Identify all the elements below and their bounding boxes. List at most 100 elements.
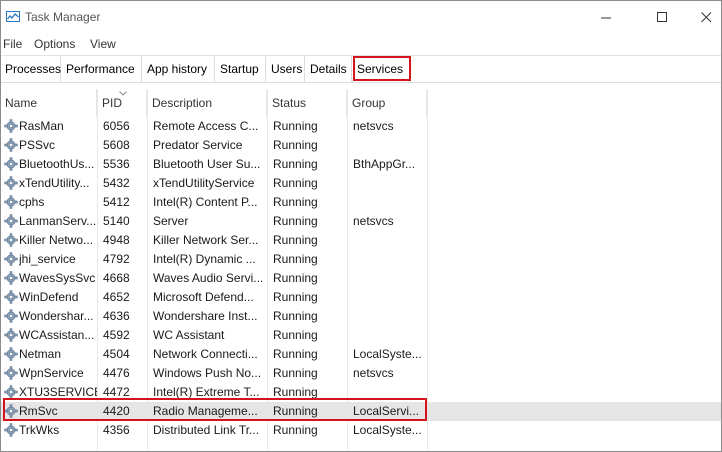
service-row[interactable]: xTendUtility... 5432 xTendUtilityService Ru… bbox=[1, 174, 721, 193]
close-icon bbox=[700, 11, 711, 22]
service-gear-icon bbox=[4, 176, 18, 190]
service-description-cell: Distributed Link Tr... bbox=[153, 423, 260, 437]
service-name-cell: WpnService bbox=[19, 366, 84, 380]
service-group-cell bbox=[353, 193, 427, 212]
service-name-cell: PSSvc bbox=[19, 138, 56, 152]
service-group-cell bbox=[353, 231, 427, 250]
service-pid-cell: 5412 bbox=[103, 195, 130, 209]
menu-file[interactable]: File bbox=[3, 37, 22, 51]
service-status-cell: Running bbox=[273, 119, 318, 133]
service-description-cell: Intel(R) Dynamic ... bbox=[153, 252, 256, 266]
service-row[interactable]: TrkWks 4356 Distributed Link Tr... Running L… bbox=[1, 421, 721, 440]
service-gear-icon bbox=[4, 252, 18, 266]
window-title: Task Manager bbox=[25, 10, 101, 24]
service-description-cell: Predator Service bbox=[153, 138, 243, 152]
service-row[interactable]: jhi_service 4792 Intel(R) Dynamic ... Runni… bbox=[1, 250, 721, 269]
service-description-cell: Server bbox=[153, 214, 189, 228]
service-name-cell: RasMan bbox=[19, 119, 64, 133]
service-description-cell: Bluetooth User Su... bbox=[153, 157, 261, 171]
column-header-description[interactable]: Description bbox=[148, 89, 267, 117]
service-status-cell: Running bbox=[273, 347, 318, 361]
service-name-cell: BluetoothUs... bbox=[19, 157, 95, 171]
title-bar: Task Manager bbox=[1, 1, 721, 33]
column-header-name[interactable]: Name bbox=[1, 89, 97, 117]
service-row[interactable]: Killer Netwo... 4948 Killer Network Ser...… bbox=[1, 231, 721, 250]
service-name-cell: jhi_service bbox=[19, 252, 76, 266]
service-name-cell: WinDefend bbox=[19, 290, 79, 304]
service-gear-icon bbox=[4, 347, 18, 361]
maximize-icon bbox=[656, 11, 667, 22]
service-status-cell: Running bbox=[273, 290, 318, 304]
rmsvc-row-highlight bbox=[3, 398, 427, 421]
service-description-cell: Windows Push No... bbox=[153, 366, 262, 380]
tab-details[interactable]: Details bbox=[306, 56, 352, 82]
service-group-cell bbox=[353, 307, 427, 326]
minimize-button[interactable] bbox=[583, 1, 629, 33]
close-button[interactable] bbox=[683, 1, 721, 33]
service-description-cell: Intel(R) Content P... bbox=[153, 195, 258, 209]
service-group-cell bbox=[353, 269, 427, 288]
service-pid-cell: 4792 bbox=[103, 252, 130, 266]
service-group-cell bbox=[353, 288, 427, 307]
service-gear-icon bbox=[4, 119, 18, 133]
service-row[interactable]: WCAssistan... 4592 WC Assistant Running bbox=[1, 326, 721, 345]
service-group-cell: LocalSyste... bbox=[353, 347, 422, 361]
service-pid-cell: 5536 bbox=[103, 157, 130, 171]
service-pid-cell: 4592 bbox=[103, 328, 130, 342]
service-row[interactable]: WinDefend 4652 Microsoft Defend... Running bbox=[1, 288, 721, 307]
menu-options[interactable]: Options bbox=[34, 37, 75, 51]
service-description-cell: Microsoft Defend... bbox=[153, 290, 254, 304]
service-gear-icon bbox=[4, 328, 18, 342]
service-row[interactable]: Netman 4504 Network Connecti... Running Loca… bbox=[1, 345, 721, 364]
service-status-cell: Running bbox=[273, 157, 318, 171]
maximize-button[interactable] bbox=[639, 1, 685, 33]
service-status-cell: Running bbox=[273, 271, 318, 285]
service-gear-icon bbox=[4, 309, 18, 323]
service-pid-cell: 6056 bbox=[103, 119, 130, 133]
service-gear-icon bbox=[4, 138, 18, 152]
service-row[interactable]: cphs 5412 Intel(R) Content P... Running bbox=[1, 193, 721, 212]
tab-app-history[interactable]: App history bbox=[143, 56, 215, 82]
service-group-cell: BthAppGr... bbox=[353, 157, 416, 171]
service-row[interactable]: WpnService 4476 Windows Push No... Running n… bbox=[1, 364, 721, 383]
service-row[interactable]: PSSvc 5608 Predator Service Running bbox=[1, 136, 721, 155]
service-group-cell: netsvcs bbox=[353, 214, 394, 228]
service-name-cell: LanmanServ... bbox=[19, 214, 97, 228]
service-group-cell bbox=[353, 174, 427, 193]
service-status-cell: Running bbox=[273, 366, 318, 380]
tab-users[interactable]: Users bbox=[267, 56, 305, 82]
service-group-cell: netsvcs bbox=[353, 119, 394, 133]
tab-startup[interactable]: Startup bbox=[216, 56, 266, 82]
service-pid-cell: 4652 bbox=[103, 290, 130, 304]
service-row[interactable]: Wondershar... 4636 Wondershare Inst... Runn… bbox=[1, 307, 721, 326]
service-description-cell: Remote Access C... bbox=[153, 119, 259, 133]
service-gear-icon bbox=[4, 271, 18, 285]
service-row[interactable]: WavesSysSvc 4668 Waves Audio Servi... Runni… bbox=[1, 269, 721, 288]
service-status-cell: Running bbox=[273, 328, 318, 342]
column-header-status[interactable]: Status bbox=[268, 89, 347, 117]
service-gear-icon bbox=[4, 195, 18, 209]
service-status-cell: Running bbox=[273, 176, 318, 190]
service-row[interactable]: BluetoothUs... 5536 Bluetooth User Su... Ru… bbox=[1, 155, 721, 174]
service-row[interactable]: LanmanServ... 5140 Server Running netsvcs bbox=[1, 212, 721, 231]
service-group-cell: LocalSyste... bbox=[353, 423, 422, 437]
service-description-cell: Network Connecti... bbox=[153, 347, 258, 361]
service-gear-icon bbox=[4, 385, 18, 399]
column-header-group[interactable]: Group bbox=[348, 89, 427, 117]
service-pid-cell: 4948 bbox=[103, 233, 130, 247]
column-header-pid[interactable]: PID bbox=[98, 89, 147, 117]
tab-performance[interactable]: Performance bbox=[62, 56, 142, 82]
services-tab-highlight bbox=[353, 56, 411, 81]
service-name-cell: WCAssistan... bbox=[19, 328, 95, 342]
service-group-cell bbox=[353, 250, 427, 269]
menu-view[interactable]: View bbox=[90, 37, 116, 51]
service-pid-cell: 4476 bbox=[103, 366, 130, 380]
service-description-cell: Wondershare Inst... bbox=[153, 309, 258, 323]
service-row[interactable]: RasMan 6056 Remote Access C... Running netsv… bbox=[1, 117, 721, 136]
task-manager-window: Task Manager File Options View Processes… bbox=[0, 0, 722, 452]
service-description-cell: Waves Audio Servi... bbox=[153, 271, 264, 285]
tab-processes[interactable]: Processes bbox=[1, 56, 61, 82]
service-gear-icon bbox=[4, 157, 18, 171]
service-name-cell: WavesSysSvc bbox=[19, 271, 96, 285]
service-pid-cell: 4668 bbox=[103, 271, 130, 285]
